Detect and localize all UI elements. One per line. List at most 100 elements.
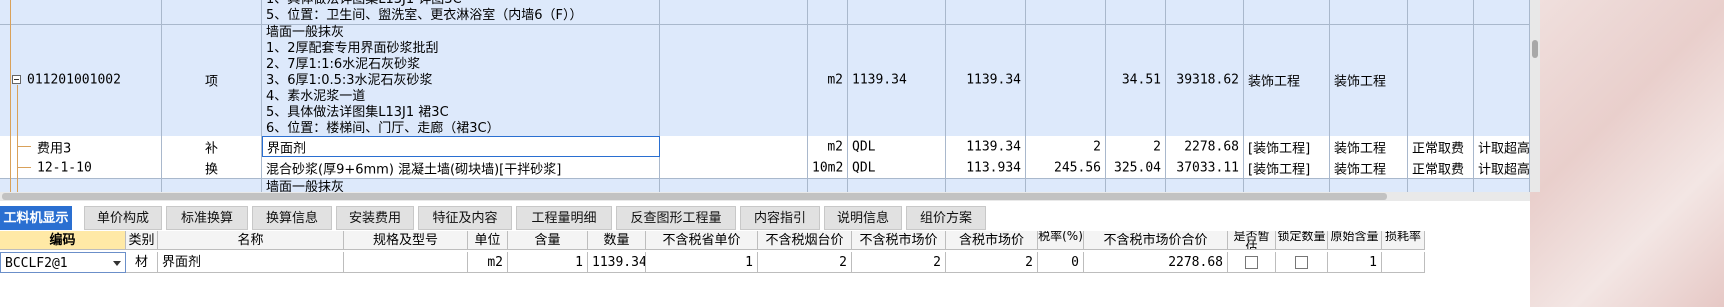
loss-rate-cell[interactable]	[1382, 252, 1425, 273]
collapse-icon[interactable]	[12, 75, 21, 84]
unit-price: 325.04	[1114, 160, 1161, 175]
spec-cell[interactable]	[344, 252, 468, 273]
vertical-scrollbar[interactable]	[1530, 0, 1540, 192]
item-name: 混合砂浆(厚9+6mm) 混凝土墙(砌块墙)[干拌砂浆]	[266, 162, 562, 177]
table-row-partial[interactable]: 1、具体做法详图集L13J1 详图3C 5、位置：卫生间、盥洗室、更衣淋浴室（内…	[0, 0, 1530, 25]
column-header[interactable]: 编码	[0, 231, 126, 250]
quantity-expr: 1139.34	[852, 72, 907, 88]
column-header[interactable]: 损耗率	[1382, 231, 1425, 250]
tree-line	[17, 146, 31, 147]
tab-install-fee[interactable]: 安装费用	[336, 206, 414, 230]
material-grid: 编码 类别 名称 规格及型号 单位 含量 数量 不含税省单价 不含税烟台价 不含…	[0, 231, 1425, 276]
column-header[interactable]: 不含税烟台价	[758, 231, 852, 250]
code-value: BCCLF2@1	[5, 256, 68, 271]
unit: m2	[827, 139, 843, 154]
name-input[interactable]: 界面剂	[267, 137, 655, 156]
column-header[interactable]: 是否暂估	[1228, 231, 1276, 250]
price: 2	[1093, 139, 1101, 154]
total-cell[interactable]: 2278.68	[1084, 252, 1228, 273]
code-combobox[interactable]: BCCLF2@1	[0, 252, 126, 273]
scroll-thumb[interactable]	[1532, 40, 1538, 58]
quantity: 113.934	[966, 160, 1021, 175]
item-type: 项	[204, 74, 218, 90]
category: [装饰工程]	[1248, 141, 1311, 156]
column-header[interactable]: 类别	[126, 231, 158, 250]
tab-material-display[interactable]: 工料机显示	[0, 206, 72, 230]
tab-description[interactable]: 说明信息	[824, 206, 902, 230]
column-header[interactable]: 不含税市场价	[852, 231, 946, 250]
column-header[interactable]: 税率(%)	[1038, 231, 1084, 250]
unit-price: 34.51	[1121, 72, 1161, 88]
table-row[interactable]: 011201001002 项 墙面一般抹灰 1、2厚配套专用界面砂浆批刮 2、7…	[0, 24, 1530, 137]
total-price: 37033.11	[1176, 160, 1239, 175]
desc-line: 5、位置：卫生间、盥洗室、更衣淋浴室（内墙6（F））	[266, 8, 583, 23]
tree-line	[10, 0, 11, 192]
unit-price: 2	[1153, 139, 1161, 154]
column-header[interactable]: 含量	[508, 231, 588, 250]
tab-conversion-info[interactable]: 换算信息	[252, 206, 332, 230]
content-cell[interactable]: 1	[508, 252, 588, 273]
tab-features-content[interactable]: 特征及内容	[418, 206, 512, 230]
extra: 计取超高	[1478, 162, 1530, 177]
prov-price-cell[interactable]: 1	[646, 252, 758, 273]
item-code: 费用3	[37, 141, 72, 156]
desc-line: 2、7厚1:1:6水泥石灰砂浆	[266, 57, 421, 72]
qty-cell[interactable]: 1139.34	[588, 252, 646, 273]
unit-cell[interactable]: m2	[468, 252, 508, 273]
tax-market-price-cell[interactable]: 2	[946, 252, 1038, 273]
quantity-expr: QDL	[852, 139, 876, 154]
tab-quantity-detail[interactable]: 工程量明细	[516, 206, 612, 230]
desc-line: 6、位置：楼梯间、门厅、走廊（裙3C）	[266, 121, 500, 136]
table-row-partial[interactable]: 墙面一般抹灰	[0, 178, 1530, 192]
column-header[interactable]: 不含税省单价	[646, 231, 758, 250]
column-header[interactable]: 数量	[588, 231, 646, 250]
orig-content-cell[interactable]: 1	[1328, 252, 1382, 273]
major: 装饰工程	[1334, 141, 1387, 156]
bill-of-quantities-grid: 1、具体做法详图集L13J1 详图3C 5、位置：卫生间、盥洗室、更衣淋浴室（内…	[0, 0, 1530, 192]
total-price: 39318.62	[1176, 72, 1239, 88]
horizontal-scrollbar[interactable]	[0, 192, 1530, 201]
yt-price-cell[interactable]: 2	[758, 252, 852, 273]
item-name: 墙面一般抹灰	[266, 180, 345, 192]
tree-line	[17, 85, 18, 192]
unit: 10m2	[812, 160, 844, 175]
unit: m2	[827, 72, 843, 88]
estimate-checkbox[interactable]	[1245, 256, 1258, 269]
column-header[interactable]: 单位	[468, 231, 508, 250]
detail-tab-bar: 工料机显示 单价构成 标准换算 换算信息 安装费用 特征及内容 工程量明细 反查…	[0, 206, 1530, 230]
price: 245.56	[1054, 160, 1101, 175]
tab-unit-price-composition[interactable]: 单价构成	[84, 206, 162, 230]
column-header[interactable]: 原始含量	[1328, 231, 1382, 250]
table-row[interactable]: 12-1-10 换 混合砂浆(厚9+6mm) 混凝土墙(砌块墙)[干拌砂浆] 1…	[0, 157, 1530, 179]
grid-empty-area	[0, 276, 1530, 307]
column-header[interactable]: 含税市场价	[946, 231, 1038, 250]
tab-reverse-graphic-quantity[interactable]: 反查图形工程量	[616, 206, 736, 230]
market-price-cell[interactable]: 2	[852, 252, 946, 273]
lock-cell	[1276, 252, 1328, 273]
desc-line: 1、2厚配套专用界面砂浆批刮	[266, 41, 439, 56]
desc-line: 5、具体做法详图集L13J1 裙3C	[266, 105, 449, 120]
desc-line: 4、素水泥浆一道	[266, 89, 366, 104]
column-header[interactable]: 名称	[158, 231, 344, 250]
major: 装饰工程	[1334, 74, 1387, 90]
lock-quantity-checkbox[interactable]	[1295, 256, 1308, 269]
item-type: 补	[204, 141, 218, 156]
tab-standard-conversion[interactable]: 标准换算	[166, 206, 248, 230]
tab-pricing-plan[interactable]: 组价方案	[906, 206, 986, 230]
desktop-background	[1530, 0, 1724, 307]
column-header[interactable]: 规格及型号	[344, 231, 468, 250]
type-cell[interactable]: 材	[126, 252, 158, 273]
desc-line: 3、6厚1:0.5:3水泥石灰砂浆	[266, 73, 433, 88]
column-header[interactable]: 不含税市场价合价	[1084, 231, 1228, 250]
table-row-selected[interactable]: 费用3 补 界面剂 m2 QDL 1139.34 2 2 2278.68 [装饰…	[0, 136, 1530, 158]
scroll-thumb[interactable]	[2, 193, 1387, 200]
name-cell[interactable]: 界面剂	[158, 252, 344, 273]
fee-mode: 正常取费	[1412, 141, 1465, 156]
item-code: 011201001002	[27, 72, 121, 88]
item-code: 12-1-10	[37, 160, 92, 175]
column-header[interactable]: 锁定数量	[1276, 231, 1328, 250]
chevron-down-icon[interactable]	[113, 261, 121, 266]
tab-content-guide[interactable]: 内容指引	[740, 206, 820, 230]
tax-rate-cell[interactable]: 0	[1038, 252, 1084, 273]
category: [装饰工程]	[1248, 162, 1311, 177]
